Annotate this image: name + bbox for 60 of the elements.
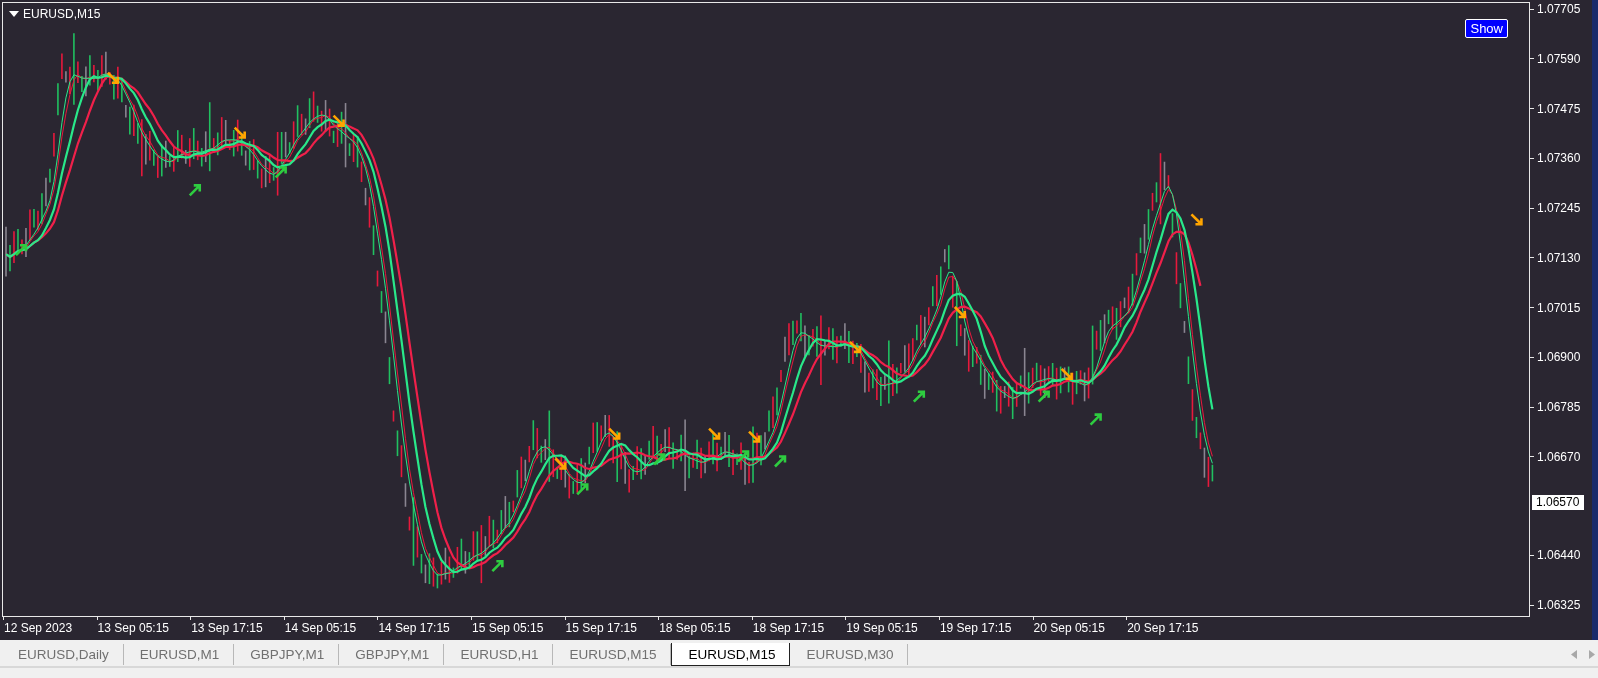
price-axis-label: 1.06325 — [1530, 597, 1592, 613]
chart-tab[interactable]: EURUSD,M15 — [671, 643, 791, 666]
time-axis-label: 20 Sep 05:15 — [1033, 617, 1128, 640]
up-arrow-icon — [274, 166, 287, 179]
price-axis-label: 1.06670 — [1530, 448, 1592, 465]
down-arrow-icon — [1190, 213, 1203, 226]
price-axis-label: 1.07475 — [1530, 100, 1592, 117]
up-arrow-icon — [912, 390, 926, 403]
up-arrow-icon — [575, 483, 589, 496]
time-axis-label: 14 Sep 17:15 — [378, 617, 472, 640]
time-axis-label: 14 Sep 05:15 — [284, 617, 379, 640]
chart-tab[interactable]: EURUSD,H1 — [444, 644, 554, 665]
up-arrow-icon — [188, 184, 202, 197]
time-axis-label: 12 Sep 2023 — [4, 617, 98, 640]
chart-tab[interactable]: GBPJPY,M1 — [234, 644, 340, 665]
price-axis-label: 1.07130 — [1530, 249, 1592, 266]
price-axis-label: 1.07015 — [1530, 299, 1592, 316]
up-arrow-icon — [491, 559, 504, 573]
down-arrow-icon — [1060, 367, 1073, 381]
scroll-left-icon[interactable] — [1571, 650, 1577, 659]
price-axis-label: 1.06440 — [1530, 547, 1592, 564]
time-axis-label: 15 Sep 05:15 — [471, 617, 566, 640]
scroll-right-icon[interactable] — [1589, 650, 1595, 659]
price-axis-label: 1.07705 — [1530, 1, 1592, 17]
chart-tab[interactable]: EURUSD,M30 — [790, 644, 909, 665]
time-axis-label: 13 Sep 17:15 — [191, 617, 285, 640]
time-axis-label: 19 Sep 17:15 — [939, 617, 1034, 640]
show-button[interactable]: Show — [1465, 19, 1508, 38]
down-arrow-icon — [332, 114, 345, 127]
dropdown-triangle-icon[interactable] — [9, 11, 19, 17]
down-arrow-icon — [106, 71, 120, 85]
up-arrow-icon — [1037, 390, 1050, 403]
chart-tab[interactable]: EURUSD,Daily — [2, 644, 124, 665]
chart-tab[interactable]: EURUSD,M1 — [123, 644, 235, 665]
up-arrow-icon — [736, 450, 750, 463]
current-price-label: 1.06570 — [1532, 494, 1585, 510]
up-arrow-icon — [652, 453, 666, 466]
time-axis-label: 13 Sep 05:15 — [97, 617, 192, 640]
up-arrow-icon — [1089, 413, 1102, 426]
time-axis-label: 19 Sep 05:15 — [846, 617, 940, 640]
chart-symbol-title: EURUSD,M15 — [23, 7, 101, 21]
down-arrow-icon — [554, 457, 567, 470]
down-arrow-icon — [233, 126, 246, 139]
up-arrow-icon — [773, 455, 787, 468]
down-arrow-icon — [747, 430, 761, 443]
time-axis-label: 18 Sep 05:15 — [659, 617, 753, 640]
chart-tab[interactable]: GBPJPY,M1 — [339, 644, 445, 665]
time-axis-label: 15 Sep 17:15 — [565, 617, 660, 640]
time-axis-label: 20 Sep 17:15 — [1127, 617, 1221, 640]
up-arrow-icon — [14, 243, 28, 257]
down-arrow-icon — [953, 305, 967, 319]
price-axis-label: 1.07360 — [1530, 150, 1592, 167]
price-axis-label: 1.06900 — [1530, 349, 1592, 366]
down-arrow-icon — [607, 427, 621, 440]
down-arrow-icon — [707, 427, 721, 440]
time-axis-label: 18 Sep 17:15 — [752, 617, 847, 640]
price-axis-label: 1.07245 — [1530, 200, 1592, 216]
price-axis-label: 1.06785 — [1530, 399, 1592, 415]
down-arrow-icon — [848, 340, 862, 354]
price-axis-label: 1.07590 — [1530, 50, 1592, 67]
